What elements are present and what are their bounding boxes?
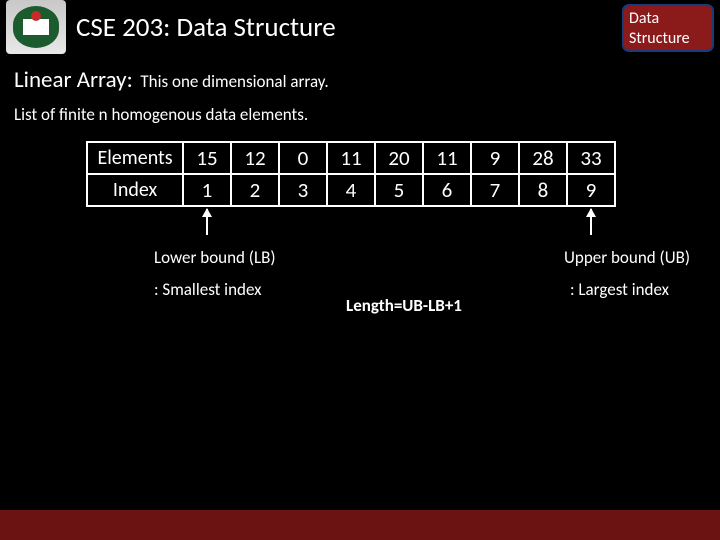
- content-section: Linear Array: This one dimensional array…: [0, 54, 720, 303]
- topic-row: Linear Array: This one dimensional array…: [14, 66, 706, 94]
- topic-subdescription: List of finite n homogenous data element…: [14, 104, 706, 125]
- slide-header: CSE 203: Data Structure Data Structure: [0, 0, 720, 54]
- lower-bound-label: Lower bound (LB): [154, 247, 276, 268]
- index-cell: 4: [327, 174, 375, 206]
- table-row: Elements 15 12 0 11 20 11 9 28 33: [87, 142, 615, 174]
- element-cell: 11: [327, 142, 375, 174]
- element-cell: 0: [279, 142, 327, 174]
- index-cell: 3: [279, 174, 327, 206]
- table-row: Index 1 2 3 4 5 6 7 8 9: [87, 174, 615, 206]
- element-cell: 9: [471, 142, 519, 174]
- arrows-row: [86, 209, 706, 247]
- arrow-up-icon: [590, 209, 592, 235]
- element-cell: 11: [423, 142, 471, 174]
- topic-label: Linear Array:: [14, 66, 133, 94]
- upper-bound-desc: : Largest index: [570, 279, 669, 300]
- footer-bar: [0, 510, 720, 540]
- subject-badge: Data Structure: [622, 4, 714, 52]
- array-table: Elements 15 12 0 11 20 11 9 28 33 Index …: [86, 141, 616, 207]
- upper-bound-label: Upper bound (UB): [564, 247, 690, 268]
- element-cell: 15: [183, 142, 231, 174]
- index-cell: 1: [183, 174, 231, 206]
- lower-bound-desc: : Smallest index: [154, 279, 262, 300]
- topic-description: This one dimensional array.: [140, 71, 328, 92]
- index-cell: 2: [231, 174, 279, 206]
- element-cell: 33: [567, 142, 615, 174]
- university-logo: [6, 0, 66, 54]
- badge-line1: Data: [629, 9, 707, 29]
- bounds-labels-row: Lower bound (LB) Upper bound (UB): [14, 247, 706, 271]
- index-cell: 7: [471, 174, 519, 206]
- index-cell: 8: [519, 174, 567, 206]
- index-cell: 6: [423, 174, 471, 206]
- bounds-desc-row: : Smallest index : Largest index Length=…: [14, 279, 706, 303]
- index-cell: 5: [375, 174, 423, 206]
- element-cell: 20: [375, 142, 423, 174]
- length-formula: Length=UB-LB+1: [346, 295, 462, 316]
- row-label-index: Index: [87, 174, 183, 206]
- element-cell: 28: [519, 142, 567, 174]
- badge-line2: Structure: [629, 29, 707, 49]
- arrow-up-icon: [206, 209, 208, 235]
- element-cell: 12: [231, 142, 279, 174]
- index-cell: 9: [567, 174, 615, 206]
- row-label-elements: Elements: [87, 142, 183, 174]
- array-table-wrap: Elements 15 12 0 11 20 11 9 28 33 Index …: [86, 141, 706, 247]
